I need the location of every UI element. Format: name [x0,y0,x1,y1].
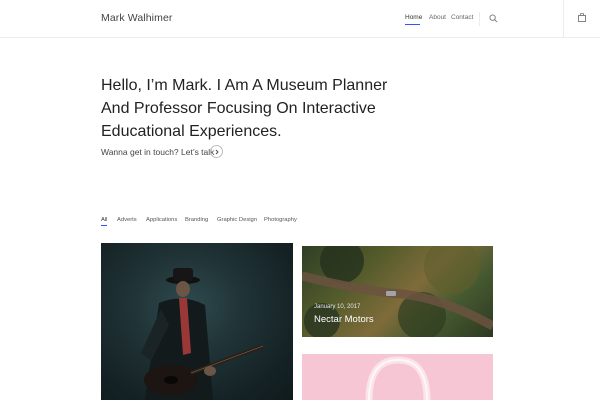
portfolio-item-nectar-motors[interactable]: January 10, 2017 Nectar Motors [302,246,493,337]
musician-photo [141,268,264,400]
filter-all[interactable]: All [101,217,107,223]
nav-divider [479,12,480,26]
filter-branding[interactable]: Branding [185,217,208,223]
filter-graphic-design[interactable]: Graphic Design [217,217,257,223]
header-divider [563,0,564,38]
filter-photography[interactable]: Photography [264,217,297,223]
portfolio-item-headphones[interactable] [302,354,493,400]
nav-about[interactable]: About [429,14,446,21]
site-logo[interactable]: Mark Walhimer [101,12,173,24]
nav-active-indicator [405,24,420,25]
filter-active-indicator [101,225,107,226]
filter-adverts[interactable]: Adverts [117,217,137,223]
headphones-photo [365,356,431,400]
nav-contact[interactable]: Contact [451,14,473,21]
filter-applications[interactable]: Applications [146,217,177,223]
site-header: Mark Walhimer Home About Contact [0,0,600,38]
chevron-right-icon [215,149,219,155]
contact-cta-button[interactable] [210,145,223,158]
hero-heading: Hello, I’m Mark. I Am A Museum Planner A… [101,77,388,140]
portfolio-item-date: January 10, 2017 [314,304,361,310]
contact-cta-text[interactable]: Wanna get in touch? Let’s talk [101,147,214,157]
nav-home[interactable]: Home [405,14,422,21]
shopping-bag-icon[interactable] [578,13,586,22]
portfolio-item-title[interactable]: Nectar Motors [314,314,374,325]
search-icon[interactable] [489,14,498,23]
portfolio-item-musician[interactable] [101,243,293,400]
